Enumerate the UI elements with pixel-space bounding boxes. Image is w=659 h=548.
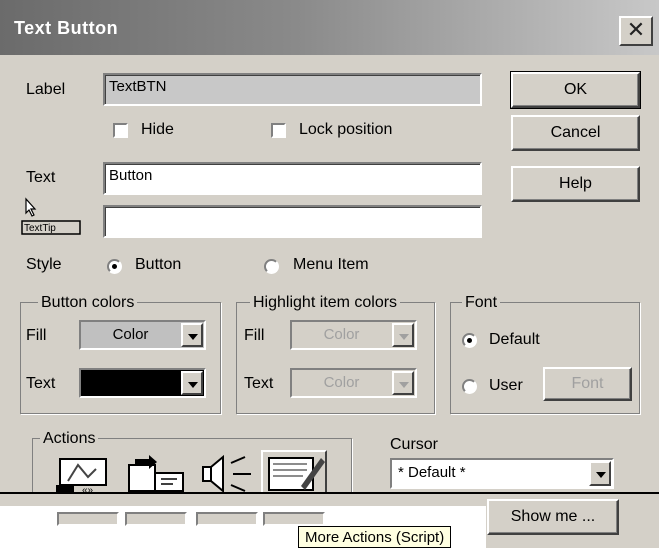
film-projector-icon[interactable]: «» <box>56 453 120 495</box>
button-colors-title: Button colors <box>38 294 138 312</box>
font-default-label: Default <box>489 331 540 348</box>
button-fill-value: Color <box>112 326 149 343</box>
highlight-fill-value: Color <box>323 326 360 343</box>
highlight-text-value: Color <box>323 374 360 391</box>
action-slot <box>57 512 119 526</box>
style-caption: Style <box>26 256 62 273</box>
texttip-input[interactable] <box>103 205 482 238</box>
action-slot <box>196 512 258 526</box>
text-input[interactable]: Button <box>103 162 482 195</box>
text-button-dialog: Text Button ✕ Label TextBTN Hide Lock po… <box>0 0 659 548</box>
hide-label: Hide <box>141 121 174 138</box>
cursor-value: * Default * <box>398 464 466 481</box>
chevron-down-icon[interactable] <box>181 371 203 395</box>
highlight-fill-label: Fill <box>244 327 265 344</box>
texttip-icon: TextTip <box>21 197 81 235</box>
font-user-radio[interactable] <box>462 379 477 394</box>
chevron-down-icon[interactable] <box>392 371 414 395</box>
font-user-label: User <box>489 377 523 394</box>
style-button-radio[interactable] <box>107 259 122 274</box>
highlight-text-combo[interactable]: Color <box>290 368 417 398</box>
label-caption: Label <box>26 81 66 98</box>
style-menu-item-label: Menu Item <box>293 256 369 273</box>
cursor-combo[interactable]: * Default * <box>390 458 614 489</box>
close-icon: ✕ <box>626 17 646 42</box>
dialog-bottom-strip <box>0 494 486 506</box>
texttip-label: TextTip <box>24 223 56 234</box>
highlight-fill-combo[interactable]: Color <box>290 320 417 350</box>
highlight-text-label: Text <box>244 375 274 392</box>
actions-title: Actions <box>40 430 99 448</box>
lock-position-checkbox[interactable] <box>271 123 286 138</box>
dialog-title: Text Button <box>14 18 119 38</box>
cursor-caption: Cursor <box>390 436 439 453</box>
style-menu-item-radio[interactable] <box>264 259 279 274</box>
jump-page-icon[interactable] <box>125 453 187 495</box>
show-me-button[interactable]: Show me ... <box>487 499 619 535</box>
font-group-title: Font <box>462 294 501 312</box>
close-button[interactable]: ✕ <box>619 16 653 46</box>
font-default-radio[interactable] <box>462 333 477 348</box>
cancel-button[interactable]: Cancel <box>511 115 640 151</box>
hide-checkbox[interactable] <box>113 123 128 138</box>
more-actions-button[interactable] <box>261 450 327 498</box>
button-fill-combo[interactable]: Color <box>79 320 206 350</box>
title-bar: Text Button ✕ <box>0 0 659 55</box>
script-pencil-icon <box>268 457 325 491</box>
style-button-label: Button <box>135 256 182 273</box>
highlight-colors-title: Highlight item colors <box>250 294 401 312</box>
chevron-down-icon[interactable] <box>181 323 203 347</box>
action-slot <box>125 512 187 526</box>
hover-tooltip: More Actions (Script) <box>298 526 452 548</box>
chevron-down-icon[interactable] <box>392 323 414 347</box>
divider-line <box>0 492 659 494</box>
action-slot <box>263 512 325 526</box>
label-input[interactable]: TextBTN <box>103 73 482 106</box>
button-fill-label: Fill <box>26 327 47 344</box>
button-text-label: Text <box>26 375 56 392</box>
chevron-down-icon[interactable] <box>589 461 611 486</box>
speaker-icon[interactable] <box>197 453 257 495</box>
ok-button[interactable]: OK <box>510 71 641 109</box>
font-button[interactable]: Font <box>543 367 632 401</box>
lock-position-label: Lock position <box>299 121 393 138</box>
help-button[interactable]: Help <box>511 166 640 202</box>
button-text-color-combo[interactable] <box>79 368 206 398</box>
text-caption: Text <box>26 169 56 186</box>
